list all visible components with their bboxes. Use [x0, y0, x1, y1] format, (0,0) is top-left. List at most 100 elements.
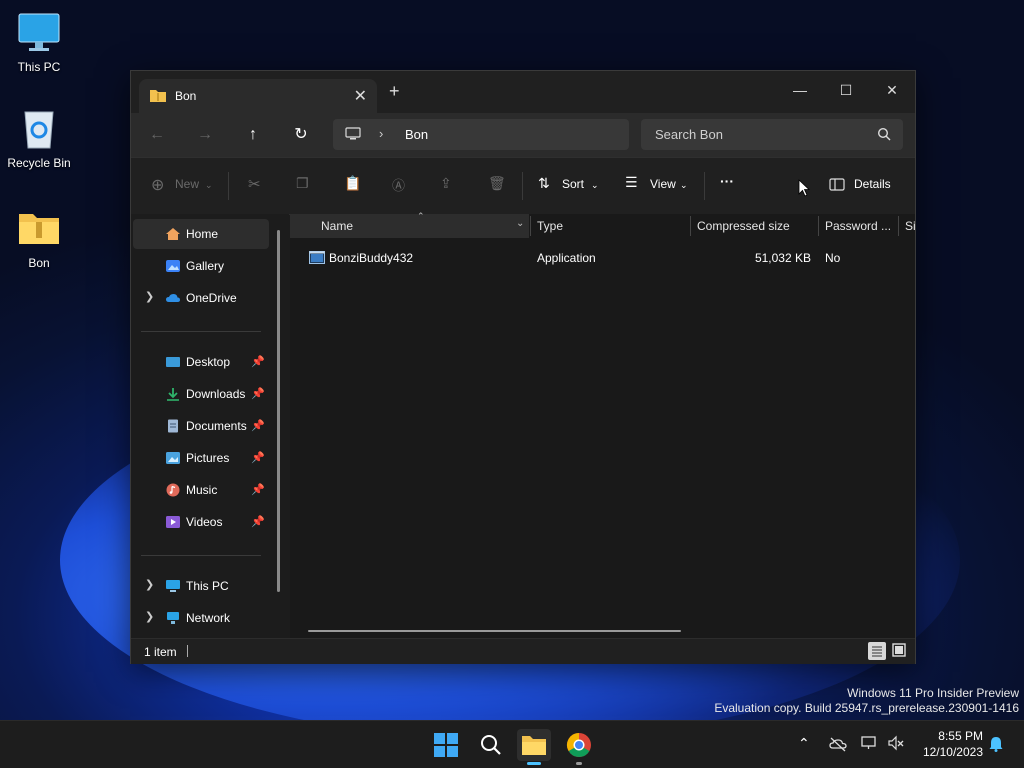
pin-icon[interactable]: 📌 — [251, 419, 265, 432]
close-button[interactable]: ✕ — [869, 75, 915, 105]
chevron-right-icon[interactable]: ❯ — [145, 578, 154, 591]
sidebar-item-videos[interactable]: Videos 📌 — [133, 507, 269, 537]
status-divider — [187, 645, 188, 657]
navigation-scrollbar[interactable] — [277, 230, 280, 592]
new-button[interactable]: New — [175, 177, 199, 191]
desktop-icon-recycle-bin[interactable]: Recycle Bin — [1, 104, 77, 170]
desktop-icon-bon[interactable]: Bon — [1, 204, 77, 270]
sidebar-item-label: Desktop — [186, 355, 231, 369]
new-tab-button[interactable]: + — [389, 81, 400, 102]
watermark-line-1: Windows 11 Pro Insider Preview — [847, 686, 1019, 700]
forward-arrow-icon[interactable]: → — [193, 123, 217, 147]
minimize-button[interactable]: — — [777, 75, 823, 105]
column-separator[interactable] — [530, 216, 531, 236]
home-icon — [165, 227, 181, 241]
sidebar-item-music[interactable]: Music 📌 — [133, 475, 269, 505]
maximize-button[interactable]: ☐ — [823, 75, 869, 105]
tiles-view-icon[interactable] — [891, 642, 907, 661]
file-explorer-taskbar-button[interactable] — [517, 729, 551, 765]
sidebar-item-label: Pictures — [186, 451, 230, 465]
chrome-taskbar-button[interactable] — [562, 729, 596, 765]
chevron-right-icon[interactable]: ❯ — [145, 290, 154, 303]
breadcrumb-separator: › — [379, 126, 384, 141]
desktop-icon-this-pc[interactable]: This PC — [1, 8, 77, 74]
column-header-size[interactable]: Si — [905, 214, 916, 238]
back-arrow-icon[interactable]: ← — [145, 123, 169, 147]
chevron-down-icon[interactable]: ⌄ — [516, 218, 524, 229]
evaluation-watermark: Windows 11 Pro Insider Preview Evaluatio… — [714, 686, 1019, 716]
column-header-type[interactable]: Type — [537, 214, 563, 238]
notification-bell-icon[interactable] — [988, 736, 1004, 755]
search-button[interactable] — [474, 729, 508, 761]
pin-icon[interactable]: 📌 — [251, 451, 265, 464]
sort-button[interactable]: Sort — [562, 177, 584, 191]
onedrive-offline-icon[interactable] — [829, 736, 847, 755]
command-bar: ⊕ New ⌄ ✂ ❐ 📋 Ⓐ ⇪ 🗑 ⇅ Sort ⌄ ☰ View ⌄ ··… — [131, 157, 915, 215]
pin-icon[interactable]: 📌 — [251, 483, 265, 496]
details-view-icon[interactable] — [868, 642, 886, 660]
gallery-icon — [165, 259, 181, 273]
sidebar-item-downloads[interactable]: Downloads 📌 — [133, 379, 269, 409]
sidebar-item-label: Network — [186, 611, 231, 625]
pin-icon[interactable]: 📌 — [251, 355, 265, 368]
file-compressed-size: 51,032 KB — [754, 251, 811, 265]
monitor-icon — [345, 127, 361, 144]
column-separator[interactable] — [818, 216, 819, 236]
details-button[interactable]: Details — [854, 177, 891, 191]
more-options-button[interactable]: ··· — [720, 173, 734, 189]
copy-icon[interactable]: ❐ — [296, 175, 309, 192]
network-icon — [165, 611, 181, 625]
sidebar-item-network[interactable]: ❯ Network — [133, 603, 269, 633]
pin-icon[interactable]: 📌 — [251, 387, 265, 400]
sidebar-item-home[interactable]: Home — [133, 219, 269, 249]
chevron-right-icon[interactable]: ❯ — [145, 610, 154, 623]
volume-muted-icon[interactable] — [887, 735, 905, 754]
search-box[interactable]: Search Bon — [641, 119, 903, 150]
chevron-down-icon: ⌄ — [680, 180, 688, 190]
sidebar-item-pictures[interactable]: Pictures 📌 — [133, 443, 269, 473]
paste-icon[interactable]: 📋 — [344, 175, 361, 192]
music-icon — [165, 483, 181, 497]
cursor-pointer-icon — [798, 179, 811, 200]
cut-icon[interactable]: ✂ — [248, 175, 261, 193]
address-bar[interactable]: › Bon — [333, 119, 629, 150]
monitor-icon — [15, 8, 63, 56]
search-input[interactable]: Search Bon — [655, 127, 723, 142]
application-icon — [309, 251, 325, 267]
show-hidden-icons-chevron-icon[interactable]: ⌃ — [798, 735, 810, 752]
table-row[interactable]: BonziBuddy432 Application 51,032 KB No — [290, 246, 915, 270]
rename-icon[interactable]: Ⓐ — [392, 175, 405, 194]
file-list: Name ⌃ ⌄ Type Compressed size Password .… — [290, 211, 916, 638]
sidebar-item-onedrive[interactable]: ❯ OneDrive — [133, 283, 269, 313]
start-button[interactable] — [429, 729, 463, 761]
chevron-down-icon: ⌄ — [205, 180, 213, 190]
sidebar-item-this-pc[interactable]: ❯ This PC — [133, 571, 269, 601]
details-pane-icon — [829, 178, 845, 194]
status-bar: 1 item — [131, 638, 915, 664]
column-header-compressed-size[interactable]: Compressed size — [697, 214, 790, 238]
up-arrow-icon[interactable]: ↑ — [241, 123, 265, 147]
horizontal-scrollbar[interactable] — [308, 630, 681, 632]
view-icon: ☰ — [625, 174, 638, 190]
column-separator[interactable] — [898, 216, 899, 236]
pin-icon[interactable]: 📌 — [251, 515, 265, 528]
sidebar-item-label: OneDrive — [186, 291, 237, 305]
sidebar-item-desktop[interactable]: Desktop 📌 — [133, 347, 269, 377]
sidebar-item-documents[interactable]: Documents 📌 — [133, 411, 269, 441]
column-separator[interactable] — [690, 216, 691, 236]
view-button[interactable]: View — [650, 177, 676, 191]
breadcrumb-bon[interactable]: Bon — [405, 127, 428, 142]
share-icon[interactable]: ⇪ — [440, 175, 452, 192]
column-header-name[interactable]: Name ⌃ ⌄ — [290, 211, 529, 238]
tab-bon[interactable]: Bon ✕ — [139, 79, 377, 113]
sidebar-item-gallery[interactable]: Gallery — [133, 251, 269, 281]
column-header-password[interactable]: Password ... — [825, 214, 891, 238]
download-icon — [165, 387, 181, 401]
clock[interactable]: 8:55 PM 12/10/2023 — [913, 728, 983, 760]
delete-icon[interactable]: 🗑 — [488, 175, 506, 192]
sidebar-item-label: Gallery — [186, 259, 225, 273]
refresh-icon[interactable]: ↻ — [289, 123, 313, 147]
clock-time: 8:55 PM — [938, 729, 983, 743]
close-tab-icon[interactable]: ✕ — [354, 86, 367, 106]
network-status-icon[interactable] — [861, 735, 879, 754]
